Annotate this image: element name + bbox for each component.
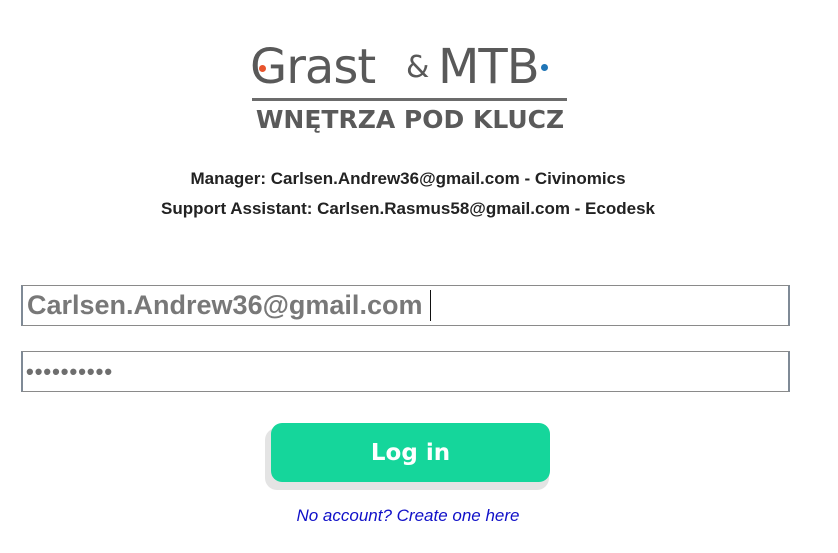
company-logo: Grast & MTB WNĘTRZA POD KLUCZ bbox=[246, 38, 576, 138]
email-field[interactable] bbox=[21, 285, 790, 326]
text-caret bbox=[430, 290, 431, 321]
password-field[interactable]: •••••••••• bbox=[21, 351, 790, 392]
logo-ampersand: & bbox=[406, 50, 429, 85]
support-contact: Support Assistant: Carlsen.Rasmus58@gmai… bbox=[161, 199, 655, 218]
logo-brand-right: MTB bbox=[438, 39, 540, 95]
logo-divider bbox=[252, 98, 567, 101]
email-input[interactable] bbox=[23, 286, 788, 325]
manager-contact: Manager: Carlsen.Andrew36@gmail.com - Ci… bbox=[190, 169, 626, 188]
password-input[interactable] bbox=[23, 352, 788, 391]
logo-tagline: WNĘTRZA POD KLUCZ bbox=[255, 105, 565, 134]
login-page: Grast & MTB WNĘTRZA POD KLUCZ Manager: C… bbox=[0, 0, 838, 553]
logo-orange-dot bbox=[259, 65, 266, 72]
create-account-link[interactable]: No account? Create one here bbox=[0, 506, 816, 526]
logo-blue-dot bbox=[541, 64, 548, 71]
login-button[interactable]: Log in bbox=[271, 423, 550, 482]
logo-brand-left: Grast bbox=[250, 39, 376, 95]
